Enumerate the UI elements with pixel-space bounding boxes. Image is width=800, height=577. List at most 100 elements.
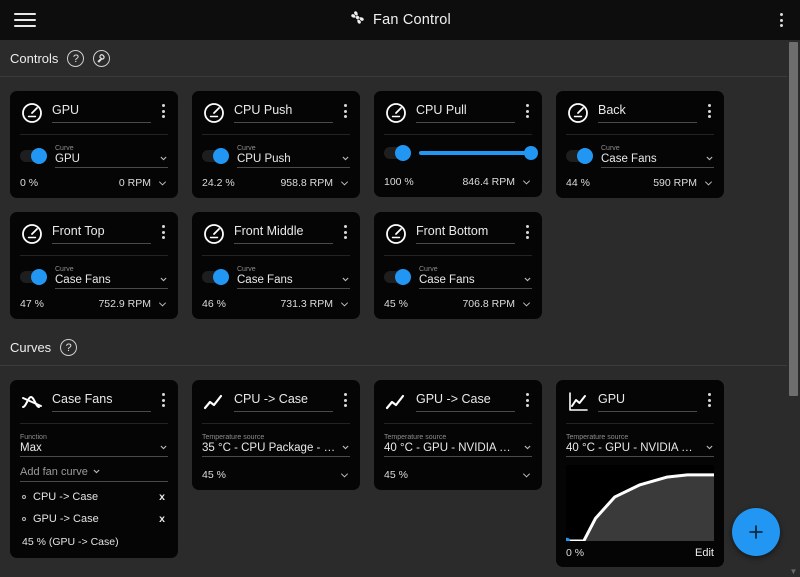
card-menu-icon[interactable] — [341, 221, 350, 243]
bullet-icon — [22, 517, 26, 521]
remove-icon[interactable]: x — [156, 491, 168, 503]
field-underline — [234, 122, 333, 123]
expand-chevron-icon[interactable] — [521, 470, 532, 481]
curve-card[interactable]: GPU -> Case Temperature source 40 °C - G… — [374, 380, 542, 490]
expand-chevron-icon[interactable] — [521, 299, 532, 310]
enable-toggle[interactable] — [20, 268, 47, 285]
temperature-source-select[interactable]: Temperature source 35 °C - CPU Package -… — [202, 424, 350, 457]
question-circle-icon[interactable]: ? — [67, 50, 85, 67]
line-curve-icon — [384, 390, 408, 414]
expand-chevron-icon[interactable] — [339, 299, 350, 310]
name-field[interactable]: Front Bottom — [416, 221, 515, 244]
name-field[interactable]: Front Top — [52, 221, 151, 244]
list-item[interactable]: CPU -> Case x — [20, 486, 168, 508]
add-fan-curve-select[interactable]: Add fan curve — [20, 457, 168, 482]
card-menu-icon[interactable] — [341, 389, 350, 411]
curve-card-expanded[interactable]: GPU Temperature source 40 °C - GPU - NVI… — [556, 380, 724, 567]
enable-toggle[interactable] — [202, 268, 229, 285]
temperature-source-select[interactable]: Temperature source 40 °C - GPU - NVIDIA … — [384, 424, 532, 457]
name-field[interactable]: GPU -> Case — [416, 389, 515, 412]
fan-curve-graph[interactable] — [566, 465, 714, 541]
card-menu-icon[interactable] — [341, 100, 350, 122]
enable-toggle[interactable] — [566, 147, 593, 164]
scrollbar-thumb[interactable] — [789, 42, 798, 397]
curves-section-header: Curves ? — [0, 329, 794, 366]
card-menu-icon[interactable] — [705, 389, 714, 411]
curve-row: Curve CPU Push — [202, 135, 350, 168]
slider-thumb[interactable] — [524, 146, 538, 160]
name-field[interactable]: Front Middle — [234, 221, 333, 244]
name-field[interactable]: CPU Pull — [416, 100, 515, 123]
control-card[interactable]: GPU Curve GPU 0 % 0 RPM — [10, 91, 178, 198]
curve-row: Curve Case Fans — [20, 256, 168, 289]
expand-chevron-icon[interactable] — [157, 178, 168, 189]
expand-chevron-icon[interactable] — [157, 299, 168, 310]
card-menu-icon[interactable] — [523, 100, 532, 122]
card-menu-icon[interactable] — [159, 389, 168, 411]
control-card[interactable]: CPU Push Curve CPU Push 24.2 % 958.8 RPM — [192, 91, 360, 198]
question-circle-icon[interactable]: ? — [60, 339, 78, 356]
graph-footer: 0 % Edit — [566, 541, 714, 559]
control-card[interactable]: CPU Pull 100 % 846.4 RPM — [374, 91, 542, 197]
control-card[interactable]: Back Curve Case Fans 44 % 590 RPM — [556, 91, 724, 198]
app-title: Fan Control — [373, 12, 451, 28]
curve-label: Curve — [237, 266, 256, 273]
function-select[interactable]: Function Max — [20, 424, 168, 457]
edit-button[interactable]: Edit — [695, 547, 714, 559]
card-header: GPU — [566, 389, 714, 414]
temperature-source-select[interactable]: Temperature source 40 °C - GPU - NVIDIA … — [566, 424, 714, 457]
mix-curve-icon — [20, 390, 44, 414]
curve-select[interactable]: Curve GPU — [55, 144, 168, 168]
field-underline — [598, 411, 697, 412]
kebab-menu-icon[interactable] — [777, 9, 786, 31]
expand-chevron-icon[interactable] — [703, 178, 714, 189]
control-card[interactable]: Front Top Curve Case Fans 47 % 752.9 RPM — [10, 212, 178, 319]
name-field[interactable]: Case Fans — [52, 389, 151, 412]
enable-toggle[interactable] — [384, 268, 411, 285]
field-underline — [234, 243, 333, 244]
card-menu-icon[interactable] — [159, 100, 168, 122]
curve-select[interactable]: Curve CPU Push — [237, 144, 350, 168]
add-button[interactable] — [732, 508, 780, 556]
field-underline — [237, 288, 350, 289]
curve-card[interactable]: CPU -> Case Temperature source 35 °C - C… — [192, 380, 360, 490]
curve-select[interactable]: Curve Case Fans — [601, 144, 714, 168]
name-field[interactable]: CPU Push — [234, 100, 333, 123]
curve-card[interactable]: Case Fans Function Max Add fan curve CPU… — [10, 380, 178, 558]
hamburger-icon[interactable] — [14, 13, 36, 27]
field-underline — [601, 167, 714, 168]
name-field[interactable]: GPU — [52, 100, 151, 123]
card-menu-icon[interactable] — [523, 221, 532, 243]
list-item[interactable]: GPU -> Case x — [20, 508, 168, 530]
card-header: CPU -> Case — [202, 389, 350, 414]
wrench-circle-icon[interactable] — [93, 50, 111, 67]
expand-chevron-icon[interactable] — [521, 177, 532, 188]
curve-select[interactable]: Curve Case Fans — [419, 265, 532, 289]
enable-toggle[interactable] — [20, 147, 47, 164]
speed-slider[interactable] — [419, 146, 538, 160]
name-field[interactable]: Back — [598, 100, 697, 123]
card-footer: 45 % 706.8 RPM — [384, 289, 532, 311]
name-field[interactable]: CPU -> Case — [234, 389, 333, 412]
controls-title: Controls — [10, 51, 59, 66]
field-underline — [416, 243, 515, 244]
card-menu-icon[interactable] — [705, 100, 714, 122]
expand-chevron-icon[interactable] — [339, 470, 350, 481]
function-value: Max — [20, 442, 42, 454]
scroll-down-arrow[interactable]: ▼ — [787, 567, 800, 576]
name-field[interactable]: GPU — [598, 389, 697, 412]
control-card[interactable]: Front Middle Curve Case Fans 46 % 731.3 … — [192, 212, 360, 319]
remove-icon[interactable]: x — [156, 513, 168, 525]
curve-select[interactable]: Curve Case Fans — [55, 265, 168, 289]
card-menu-icon[interactable] — [159, 221, 168, 243]
field-underline — [566, 456, 714, 457]
enable-toggle[interactable] — [384, 144, 411, 161]
curve-label: Curve — [419, 266, 438, 273]
card-menu-icon[interactable] — [523, 389, 532, 411]
gauge-icon — [20, 222, 44, 246]
curve-select[interactable]: Curve Case Fans — [237, 265, 350, 289]
control-card[interactable]: Front Bottom Curve Case Fans 45 % 706.8 … — [374, 212, 542, 319]
vertical-scrollbar[interactable]: ▲ ▼ — [787, 40, 800, 577]
enable-toggle[interactable] — [202, 147, 229, 164]
expand-chevron-icon[interactable] — [339, 178, 350, 189]
